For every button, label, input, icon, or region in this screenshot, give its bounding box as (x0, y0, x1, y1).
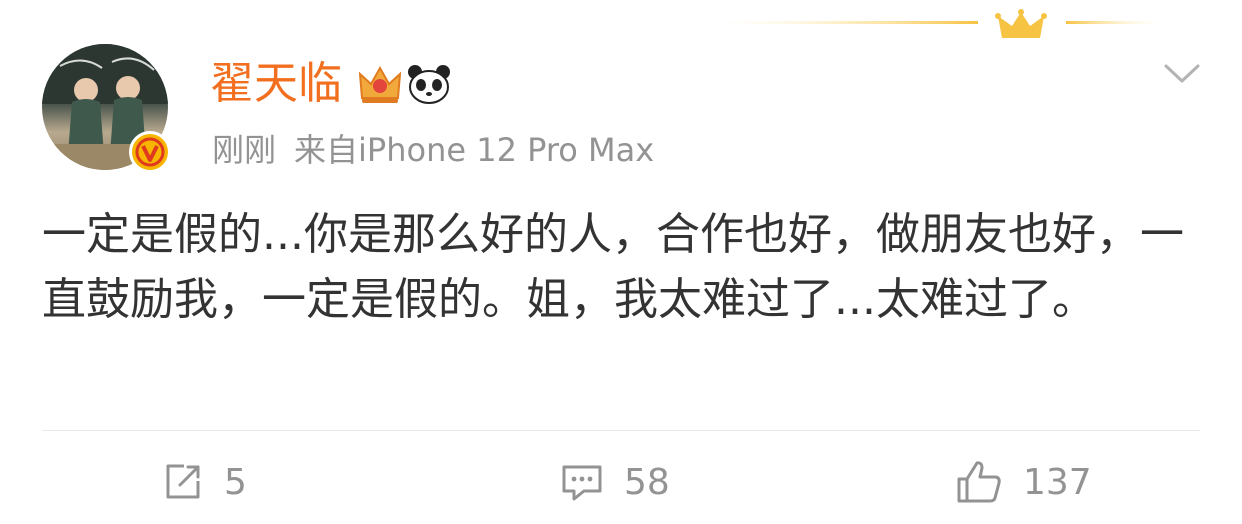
repost-icon (166, 464, 200, 499)
comment-count: 58 (624, 461, 670, 503)
comment-button[interactable]: 58 (560, 456, 670, 508)
post-meta: 刚刚 来自iPhone 12 Pro Max (212, 128, 672, 172)
comment-icon (562, 465, 602, 501)
panda-badge-icon[interactable] (406, 62, 452, 106)
verified-badge (129, 131, 171, 173)
repost-count: 5 (224, 461, 247, 503)
username[interactable]: 翟天临 (210, 55, 342, 113)
post-time: 刚刚 (212, 131, 277, 169)
post-text: 一定是假的...你是那么好的人，合作也好，做朋友也好，一直鼓励我，一定是假的。姐… (42, 209, 1184, 325)
verified-v-icon (135, 137, 165, 167)
repost-button[interactable]: 5 (162, 456, 247, 508)
divider (42, 430, 1200, 431)
crown-badge-icon[interactable] (357, 62, 403, 106)
chevron-down-icon[interactable] (1162, 56, 1202, 90)
header-crown-decoration (720, 9, 1160, 38)
like-button[interactable]: 137 (955, 456, 1092, 508)
like-icon (957, 461, 1001, 503)
like-count: 137 (1023, 461, 1092, 503)
post-source[interactable]: 来自iPhone 12 Pro Max (294, 131, 654, 169)
